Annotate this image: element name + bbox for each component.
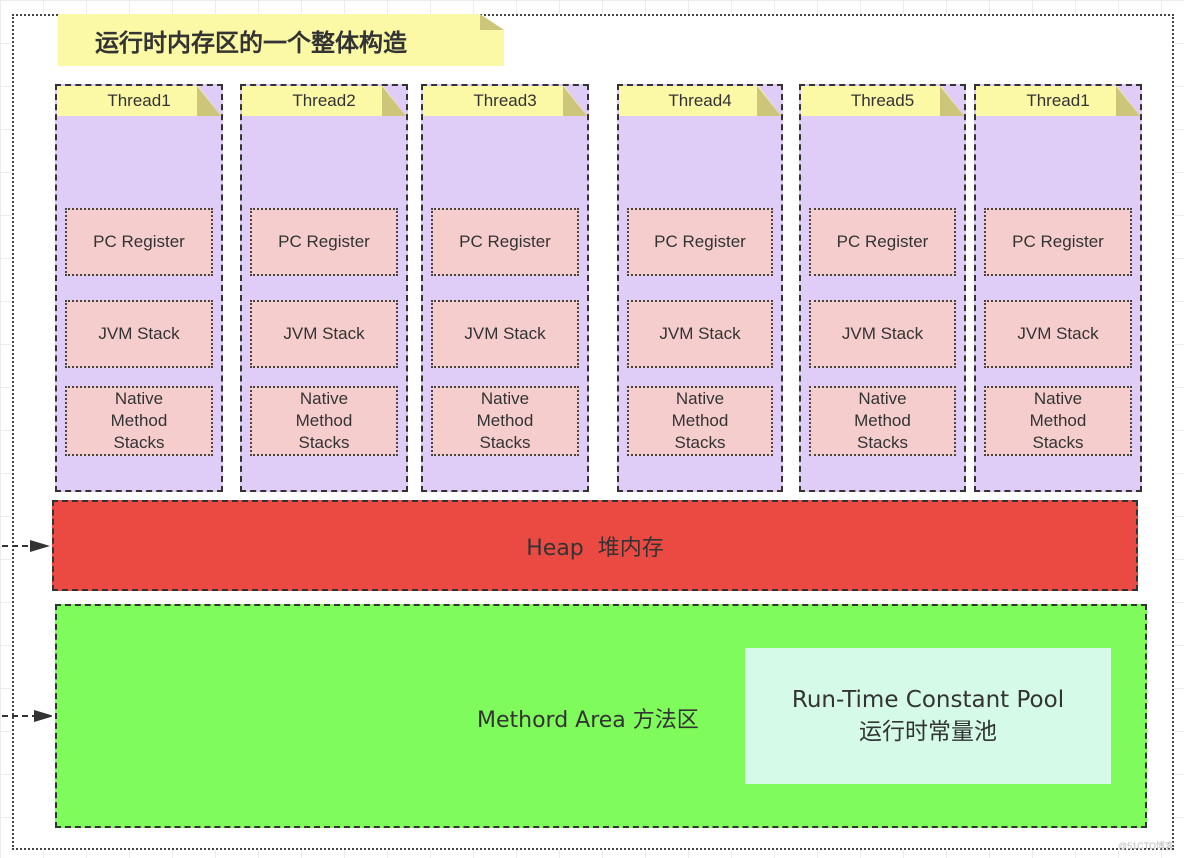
method-area: Methord Area 方法区 Run-Time Constant Pool … [55,604,1147,828]
native-method-stacks: Native Method Stacks [65,386,213,456]
method-area-arrow-icon [2,710,52,722]
jvm-stack-label: JVM Stack [841,324,924,343]
native-method-stacks-label: Native Method Stacks [110,389,168,452]
constant-pool-label-cn: 运行时常量池 [859,719,997,745]
native-method-stacks-label: Native Method Stacks [671,389,729,452]
diagram-title: 运行时内存区的一个整体构造 [95,28,407,57]
pc-register: PC Register [627,208,773,276]
pc-register: PC Register [431,208,579,276]
thread-header: Thread2 [242,86,406,116]
pc-register-label: PC Register [836,232,929,251]
jvm-stack: JVM Stack [984,300,1132,368]
thread-label: Thread5 [850,91,915,110]
runtime-constant-pool: Run-Time Constant Pool 运行时常量池 [745,648,1111,784]
jvm-stack: JVM Stack [250,300,398,368]
thread-header: Thread5 [801,86,964,116]
pc-register: PC Register [65,208,213,276]
thread-label: Thread4 [668,91,732,110]
pc-register: PC Register [809,208,956,276]
pc-register-label: PC Register [459,232,551,251]
thread-column: Thread1 PC Register JVM Stack Native Method… [974,84,1142,492]
jvm-stack: JVM Stack [65,300,213,368]
native-method-stacks-label: Native Method Stacks [295,389,353,452]
native-method-stacks: Native Method Stacks [809,386,956,456]
jvm-stack: JVM Stack [809,300,956,368]
thread-header: Thread1 [57,86,221,116]
jvm-stack-label: JVM Stack [1017,324,1099,343]
constant-pool-label-en: Run-Time Constant Pool [791,687,1065,713]
thread-label: Thread3 [473,91,537,110]
native-method-stacks-label: Native Method Stacks [476,389,534,452]
thread-column: Thread2 PC Register JVM Stack Native Method… [240,84,408,492]
pc-register: PC Register [984,208,1132,276]
method-area-label: Methord Area 方法区 [477,708,699,733]
jvm-stack-label: JVM Stack [464,324,546,343]
jvm-stack-label: JVM Stack [659,324,741,343]
native-method-stacks-label: Native Method Stacks [854,389,911,452]
pc-register: PC Register [250,208,398,276]
thread-header: Thread1 [976,86,1140,116]
thread-column: Thread4 PC Register JVM Stack Native Method… [617,84,783,492]
pc-register-label: PC Register [654,232,746,251]
heap-arrow-icon [2,540,50,552]
pc-register-label: PC Register [93,232,185,251]
thread-column: Thread3 PC Register JVM Stack Native Method… [421,84,589,492]
jvm-stack-label: JVM Stack [98,324,180,343]
thread-label: Thread2 [292,91,356,110]
jvm-stack: JVM Stack [627,300,773,368]
pc-register-label: PC Register [278,232,370,251]
native-method-stacks: Native Method Stacks [984,386,1132,456]
pc-register-label: PC Register [1012,232,1104,251]
native-method-stacks: Native Method Stacks [431,386,579,456]
native-method-stacks-label: Native Method Stacks [1029,389,1087,452]
thread-label: Thread1 [107,91,171,110]
native-method-stacks: Native Method Stacks [250,386,398,456]
thread-header: Thread3 [423,86,587,116]
thread-header: Thread4 [619,86,781,116]
jvm-stack-label: JVM Stack [283,324,365,343]
heap-label: Heap 堆内存 [526,535,664,561]
thread-label: Thread1 [1026,91,1090,110]
jvm-stack: JVM Stack [431,300,579,368]
thread-column: Thread5 PC Register JVM Stack Native Method… [799,84,966,492]
watermark: @51CTO博客 [1118,841,1174,851]
heap-area: Heap 堆内存 [52,500,1138,591]
native-method-stacks: Native Method Stacks [627,386,773,456]
diagram-title-note: 运行时内存区的一个整体构造 [58,14,504,66]
thread-column: Thread1 PC Register JVM Stack Native Method… [55,84,223,492]
